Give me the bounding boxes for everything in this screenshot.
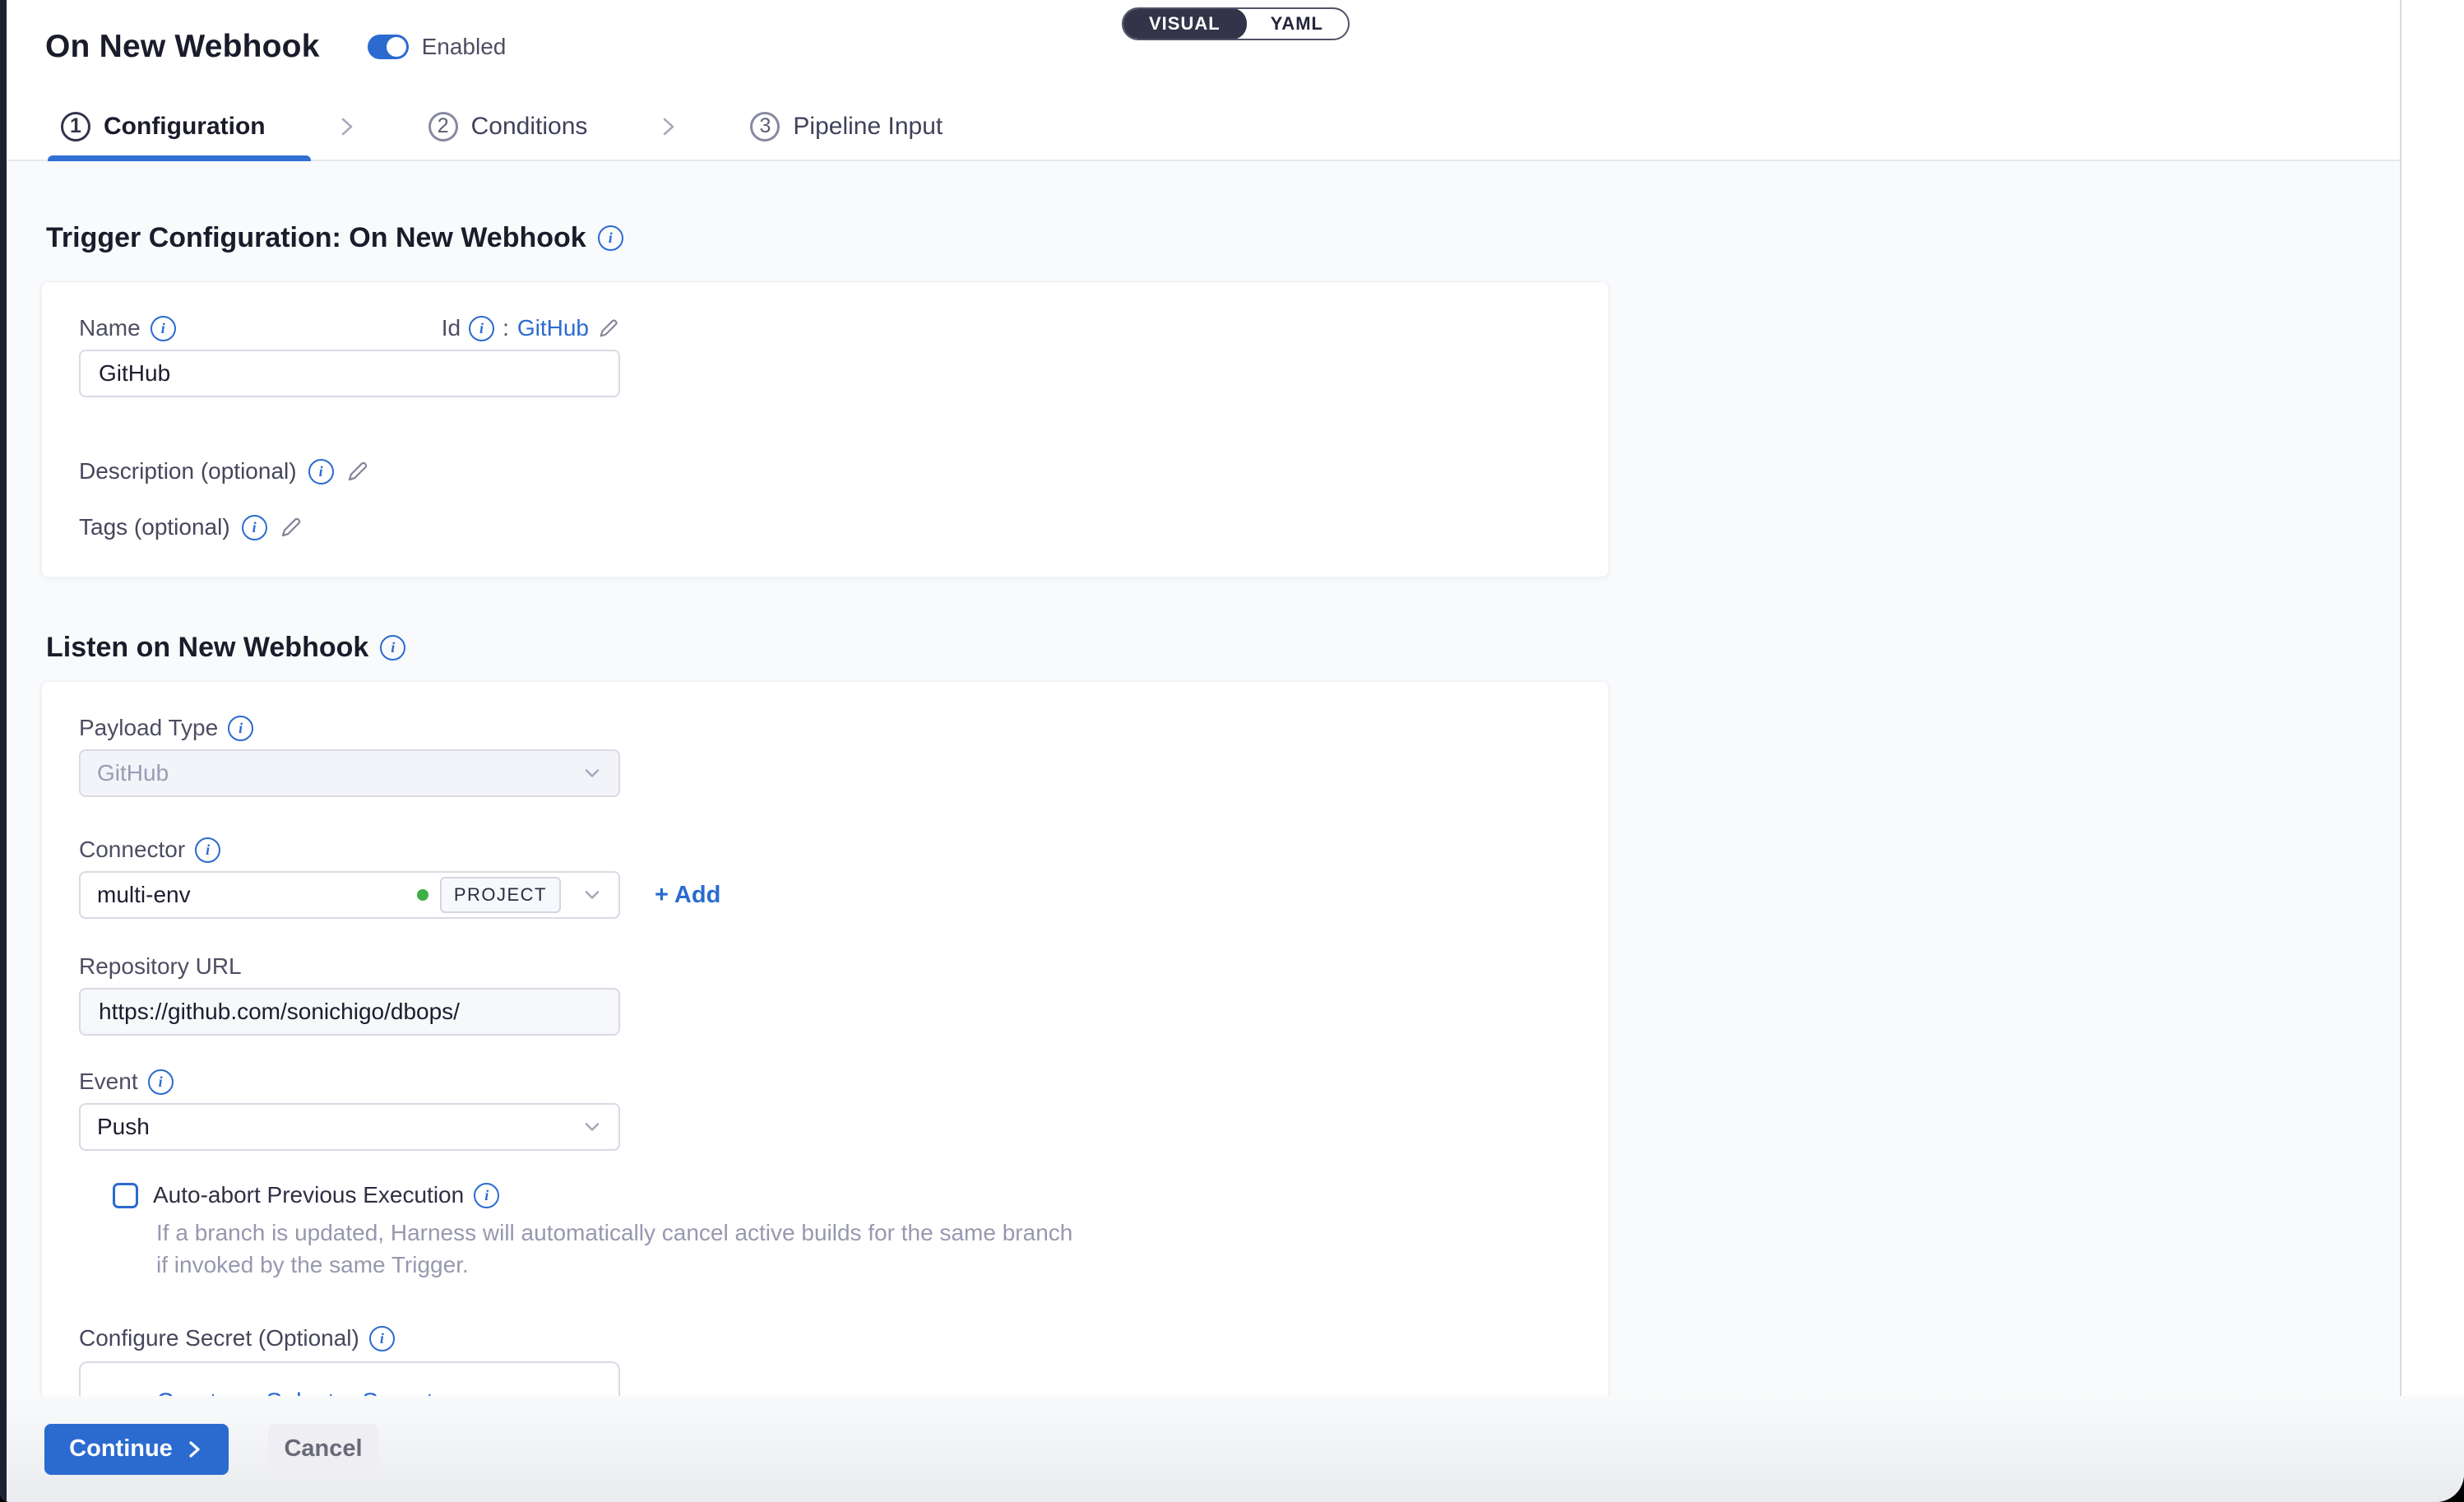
app-window: On New Webhook Enabled VISUAL YAML 1 Con… bbox=[0, 0, 2464, 1502]
tags-label: Tags (optional) bbox=[79, 514, 230, 540]
tab-label: Conditions bbox=[471, 113, 588, 141]
description-row: Description (optional) i bbox=[79, 458, 1571, 484]
info-icon[interactable]: i bbox=[308, 459, 334, 484]
trigger-enabled-toggle[interactable] bbox=[368, 35, 409, 59]
info-icon[interactable]: i bbox=[195, 837, 220, 863]
step-number-badge: 1 bbox=[61, 112, 90, 141]
repository-url-input[interactable] bbox=[79, 988, 620, 1036]
wizard-steps-bar: 1 Configuration 2 Conditions 3 Pipeline … bbox=[7, 93, 2400, 161]
info-icon[interactable]: i bbox=[598, 225, 623, 251]
connector-label-row: Connector i bbox=[79, 837, 1571, 863]
auto-abort-help-text: If a branch is updated, Harness will aut… bbox=[156, 1217, 1571, 1281]
chevron-down-icon bbox=[581, 762, 604, 785]
webhook-settings-card: Payload Type i GitHub Connector i multi-… bbox=[41, 681, 1609, 1446]
help-line: if invoked by the same Trigger. bbox=[156, 1249, 1571, 1281]
add-connector-button[interactable]: + Add bbox=[655, 882, 720, 909]
name-label-row: Name i bbox=[79, 315, 176, 341]
visual-tab[interactable]: VISUAL bbox=[1123, 8, 1247, 39]
configure-secret-label: Configure Secret (Optional) bbox=[79, 1325, 359, 1351]
page-title: On New Webhook bbox=[45, 29, 320, 65]
active-tab-underline bbox=[48, 155, 311, 161]
event-select[interactable]: Push bbox=[79, 1103, 620, 1151]
help-line: If a branch is updated, Harness will aut… bbox=[156, 1217, 1571, 1249]
secret-label-row: Configure Secret (Optional) i bbox=[79, 1325, 1571, 1351]
repository-url-label: Repository URL bbox=[79, 953, 242, 980]
chevron-down-icon bbox=[581, 883, 604, 906]
tab-label: Configuration bbox=[104, 113, 266, 141]
auto-abort-checkbox[interactable] bbox=[113, 1183, 138, 1208]
chevron-right-icon bbox=[184, 1439, 204, 1460]
event-label: Event bbox=[79, 1069, 138, 1095]
toggle-knob-icon bbox=[387, 37, 406, 57]
connector-status-dot-icon bbox=[417, 889, 428, 901]
tab-label: Pipeline Input bbox=[793, 113, 943, 141]
description-label: Description (optional) bbox=[79, 458, 297, 484]
page-header: On New Webhook Enabled VISUAL YAML bbox=[7, 0, 2400, 95]
event-label-row: Event i bbox=[79, 1069, 1571, 1095]
chevron-down-icon bbox=[581, 1115, 604, 1138]
tab-configuration[interactable]: 1 Configuration bbox=[61, 112, 266, 141]
auto-abort-label: Auto-abort Previous Execution bbox=[153, 1182, 464, 1208]
name-label: Name bbox=[79, 315, 141, 341]
auto-abort-row: Auto-abort Previous Execution i bbox=[113, 1182, 1571, 1208]
connector-scope-badge: PROJECT bbox=[440, 877, 561, 913]
panel-right-divider bbox=[2400, 0, 2401, 1396]
chevron-right-icon bbox=[658, 115, 679, 138]
enabled-label: Enabled bbox=[422, 34, 507, 60]
connector-select[interactable]: multi-env PROJECT bbox=[79, 871, 620, 919]
cancel-button[interactable]: Cancel bbox=[268, 1424, 378, 1475]
repo-url-label-row: Repository URL bbox=[79, 953, 1571, 980]
info-icon[interactable]: i bbox=[151, 316, 176, 341]
event-value: Push bbox=[97, 1114, 150, 1140]
trigger-configuration-heading: Trigger Configuration: On New Webhook i bbox=[46, 161, 2400, 254]
tab-pipeline-input[interactable]: 3 Pipeline Input bbox=[750, 112, 943, 141]
collapsed-sidebar-edge bbox=[0, 0, 7, 1502]
heading-text: Listen on New Webhook bbox=[46, 632, 368, 664]
info-icon[interactable]: i bbox=[474, 1183, 499, 1208]
payload-type-value: GitHub bbox=[97, 760, 169, 786]
payload-type-label: Payload Type bbox=[79, 715, 218, 741]
footer-bar: Continue Cancel bbox=[7, 1396, 2464, 1502]
tags-row: Tags (optional) i bbox=[79, 514, 1571, 540]
id-separator: : bbox=[503, 315, 509, 341]
edit-pencil-icon[interactable] bbox=[279, 515, 303, 540]
listen-on-webhook-heading: Listen on New Webhook i bbox=[46, 632, 2400, 664]
cancel-label: Cancel bbox=[284, 1435, 362, 1463]
main-content: Trigger Configuration: On New Webhook i … bbox=[7, 161, 2400, 1502]
continue-button[interactable]: Continue bbox=[44, 1424, 229, 1475]
yaml-tab[interactable]: YAML bbox=[1246, 9, 1348, 39]
step-number-badge: 2 bbox=[428, 112, 458, 141]
trigger-id-group: Id i : GitHub bbox=[442, 315, 620, 341]
connector-value: multi-env bbox=[97, 882, 191, 908]
edit-pencil-icon[interactable] bbox=[597, 317, 620, 340]
id-label: Id bbox=[442, 315, 461, 341]
info-icon[interactable]: i bbox=[369, 1326, 395, 1351]
auto-abort-label-row: Auto-abort Previous Execution i bbox=[153, 1182, 499, 1208]
info-icon[interactable]: i bbox=[148, 1069, 174, 1095]
info-icon[interactable]: i bbox=[469, 316, 494, 341]
id-value-link[interactable]: GitHub bbox=[517, 315, 589, 341]
tab-conditions[interactable]: 2 Conditions bbox=[428, 112, 588, 141]
payload-type-label-row: Payload Type i bbox=[79, 715, 1571, 741]
chevron-right-icon bbox=[336, 115, 358, 138]
edit-pencil-icon[interactable] bbox=[345, 459, 370, 484]
visual-yaml-toggle: VISUAL YAML bbox=[1122, 7, 1350, 40]
continue-label: Continue bbox=[69, 1435, 173, 1463]
trigger-configuration-card: Name i Id i : GitHub Description (option… bbox=[41, 281, 1609, 577]
step-number-badge: 3 bbox=[750, 112, 780, 141]
payload-type-select: GitHub bbox=[79, 749, 620, 797]
trigger-name-input[interactable] bbox=[79, 350, 620, 397]
info-icon[interactable]: i bbox=[380, 635, 405, 661]
info-icon[interactable]: i bbox=[242, 515, 267, 540]
info-icon[interactable]: i bbox=[228, 716, 253, 741]
heading-text: Trigger Configuration: On New Webhook bbox=[46, 222, 586, 254]
connector-label: Connector bbox=[79, 837, 185, 863]
